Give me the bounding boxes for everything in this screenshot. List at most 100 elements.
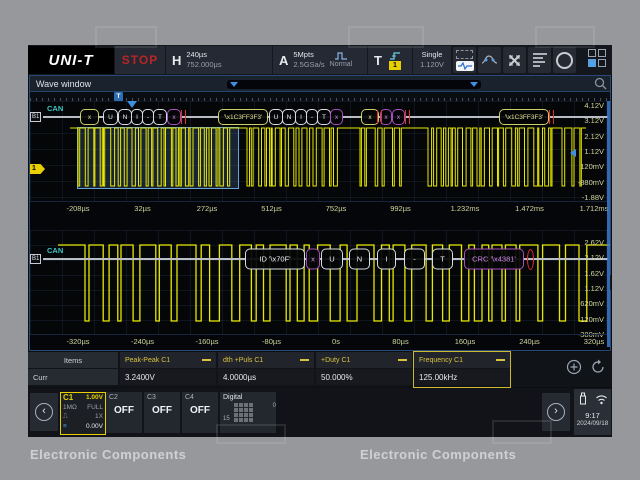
decode-bubble: N <box>282 109 296 125</box>
time-label: -160µs <box>195 337 219 346</box>
digital-channel-cell <box>234 413 238 417</box>
channel3-state: OFF <box>152 405 172 416</box>
measurement-bar: Items Curr Peak-Peak C1 3.2400V dth +Pul… <box>28 351 612 388</box>
channel3-label: C3 <box>147 394 156 401</box>
circle-icon <box>556 51 573 69</box>
display-layout-button[interactable] <box>588 49 608 69</box>
can-waveform-lower <box>58 244 610 322</box>
channel-color-dash <box>202 359 211 361</box>
measurement-frequency-selected[interactable]: Frequency C1 125.00kHz <box>413 351 511 388</box>
decode-bubble: x <box>330 109 343 125</box>
voltage-label: 120mV <box>580 162 604 172</box>
channel4-box[interactable]: C4 OFF <box>182 392 218 433</box>
watermark-logo <box>348 26 424 48</box>
wave-window-button[interactable] <box>453 47 476 73</box>
channel1-box[interactable]: C1 1.00V 1MΩ FULL ⎍ 1X ≡ 0.00V <box>60 392 106 435</box>
horizontal-scrollbar[interactable] <box>226 79 482 90</box>
measurement-name: +Duty <box>321 356 340 364</box>
move-x-icon <box>509 54 520 66</box>
decode-bubble: I <box>377 248 396 270</box>
measurement-source: C1 <box>454 356 463 364</box>
reset-measurement-button[interactable] <box>590 359 606 380</box>
horizontal-key: H <box>172 52 182 68</box>
channel4-state: OFF <box>190 405 210 416</box>
watermark-logo <box>95 26 157 48</box>
watermark-text: Electronic Components <box>360 447 517 462</box>
scroll-handle-left[interactable] <box>230 82 238 87</box>
edge-trigger-icon <box>389 51 401 60</box>
layout-cell <box>598 59 606 67</box>
digital-channel-cell <box>239 413 243 417</box>
time-ruler: T <box>30 92 610 101</box>
wifi-icon <box>595 392 608 410</box>
decode-bubble: ID '\x70F' <box>245 248 305 270</box>
digital-channel-cell <box>244 418 248 422</box>
trigger-level-marker[interactable] <box>570 149 576 157</box>
measurement-pulsewidth[interactable]: dth +Puls C1 4.0000µs <box>218 352 314 387</box>
digital-channel-cell <box>249 413 253 417</box>
bus-tag[interactable]: B1 <box>30 112 42 122</box>
run-state-button[interactable]: STOP <box>115 46 165 74</box>
memory-depth-value: 5Mpts <box>293 50 314 59</box>
voltage-label: 2.12V <box>584 253 604 263</box>
decode-bubble: N <box>349 248 370 270</box>
results-list-button[interactable] <box>528 47 551 73</box>
add-measurement-button[interactable] <box>566 359 582 380</box>
measure-button[interactable] <box>478 47 501 73</box>
trigger-mode-button[interactable]: Single 1.120V <box>413 46 451 74</box>
clock-time: 9:17 <box>585 411 600 420</box>
horizontal-settings-button[interactable]: H 240µs 752.000µs <box>166 46 272 74</box>
top-status-bar: UNI-T STOP H 240µs 752.000µs A 5Mpts 2.5… <box>28 45 612 75</box>
collapse-left-button[interactable]: ‹ <box>30 393 58 431</box>
time-label: 320µs <box>583 337 605 346</box>
trigger-settings-button[interactable]: T 1 <box>368 46 412 74</box>
decode-bubble: x <box>80 109 99 125</box>
measurement-duty[interactable]: +Duty C1 50.000% <box>316 352 412 387</box>
utility-button[interactable] <box>553 47 576 73</box>
measurement-name: dth +Puls <box>223 356 253 364</box>
digital-bottom-number: 15 <box>223 416 230 422</box>
digital-channel-cell <box>234 403 238 407</box>
trigger-time-marker[interactable] <box>127 101 137 108</box>
channel3-box[interactable]: C3 OFF <box>144 392 180 433</box>
time-label: -208µs <box>66 204 90 213</box>
wave-window: Wave window T B1 CAN 1 4.12V 3.12V 2.12V… <box>29 75 611 351</box>
time-label: 240µs <box>519 337 540 346</box>
decode-bubble: '\x1C3FF3F3' <box>218 109 268 125</box>
channel2-box[interactable]: C2 OFF <box>106 392 142 433</box>
measurement-current-label: Curr <box>28 369 118 385</box>
digital-channel-cell <box>249 403 253 407</box>
time-label: 992µs <box>390 204 411 213</box>
time-label: 1.232ms <box>450 204 480 213</box>
time-label: 1.472ms <box>515 204 544 213</box>
digital-top-number: 0 <box>272 403 276 409</box>
decode-error-mark <box>377 110 382 124</box>
watermark-text: Electronic Components <box>30 447 187 462</box>
time-label: 80µs <box>392 337 409 346</box>
plot-lower: B1 CAN 2.62V 2.12V 1.62V 1.12V 620mV 120mV -38… <box>30 230 610 338</box>
digital-channel-cell <box>244 413 248 417</box>
digital-channel-cell <box>244 403 248 407</box>
horizontal-offset-value: 752.000µs <box>186 60 222 69</box>
measurement-value: 4.0000µs <box>218 369 314 385</box>
scroll-handle-right[interactable] <box>470 82 478 87</box>
acquire-key: A <box>279 52 289 68</box>
voltage-label: -880mV <box>577 177 604 187</box>
time-label: 0s <box>332 337 340 346</box>
channel1-bandwidth: FULL <box>87 403 103 411</box>
vertical-scrollbar[interactable] <box>607 101 610 347</box>
bus-tag[interactable]: B1 <box>30 254 42 264</box>
acquire-settings-button[interactable]: A 5Mpts 2.5GSa/s Normal <box>273 46 367 74</box>
channel4-label: C4 <box>185 394 194 401</box>
measurement-peakpeak[interactable]: Peak-Peak C1 3.2400V <box>120 352 216 387</box>
time-label: 160µs <box>454 337 476 346</box>
channel1-offset: 0.00V <box>86 422 103 430</box>
bus-type-label: CAN <box>47 246 64 255</box>
selection-rect-icon <box>456 49 473 59</box>
move-cursor-button[interactable] <box>503 47 526 73</box>
acquire-mode-label: Normal <box>329 61 353 68</box>
lower-time-axis: -320µs -240µs -160µs -80µs 0s 80µs 160µs 240µs 3… <box>30 334 610 349</box>
time-label: -320µs <box>66 337 90 346</box>
measurement-value: 3.2400V <box>120 369 216 385</box>
trigger-position-flag[interactable]: T <box>114 92 123 101</box>
